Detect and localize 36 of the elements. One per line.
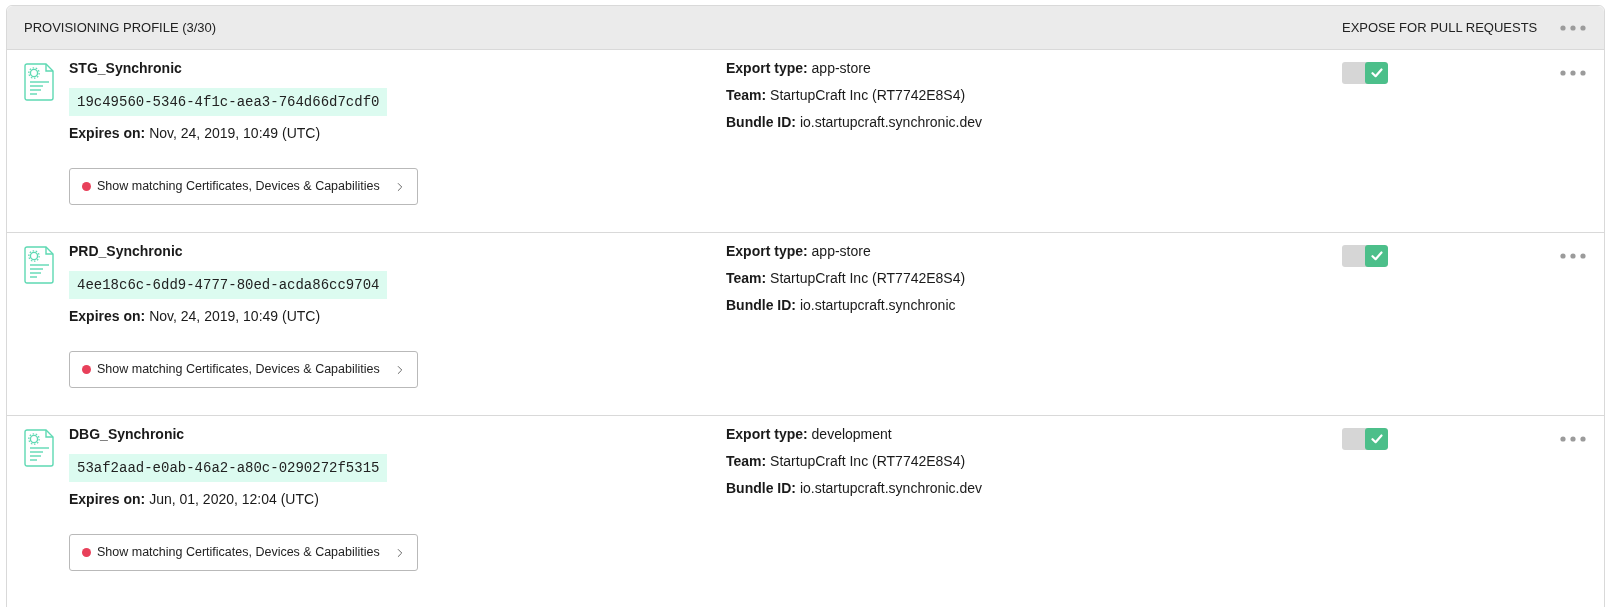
show-matching-button[interactable]: Show matching Certificates, Devices & Capabilities <box>69 534 418 571</box>
more-options-icon[interactable] <box>1560 70 1586 76</box>
profile-uuid: 4ee18c6c-6dd9-4777-80ed-acda86cc9704 <box>69 271 388 299</box>
detail-text: Team: StartupCraft Inc (RT7742E8S4) <box>726 270 967 287</box>
column-header: EXPOSE FOR PULL REQUESTS <box>1342 19 1539 36</box>
detail-text: Bundle ID: io.startupcraft.synchronic.dev <box>726 114 983 131</box>
more-options-icon[interactable] <box>1560 24 1586 31</box>
profile-name: PRD_Synchronic <box>69 243 183 260</box>
column-header: PROVISIONING PROFILE (3/30) <box>24 19 218 36</box>
profile-name: DBG_Synchronic <box>69 426 185 443</box>
show-matching-button[interactable]: Show matching Certificates, Devices & Capabilities <box>69 168 418 205</box>
more-options-icon[interactable] <box>1560 253 1586 259</box>
profile-uuid: 53af2aad-e0ab-46a2-a80c-0290272f5315 <box>69 454 388 482</box>
checkmark-icon <box>1370 251 1383 261</box>
detail-text: Export type: app-store <box>726 243 872 260</box>
detail-text: Bundle ID: io.startupcraft.synchronic.dev <box>726 480 983 497</box>
profile-uuid: 19c49560-5346-4f1c-aea3-764d66d7cdf0 <box>69 88 388 116</box>
detail-text: Export type: development <box>726 426 893 443</box>
detail-text: Export type: app-store <box>726 60 872 77</box>
detail-text: Team: StartupCraft Inc (RT7742E8S4) <box>726 453 967 470</box>
profile-name: STG_Synchronic <box>69 60 182 77</box>
checkmark-icon <box>1370 434 1383 444</box>
document-gear-icon <box>24 63 54 101</box>
expiry-text: Expires on: Nov, 24, 2019, 10:49 (UTC) <box>69 308 321 325</box>
document-gear-icon <box>24 429 54 467</box>
detail-text: Bundle ID: io.startupcraft.synchronic <box>726 297 957 314</box>
expose-toggle[interactable] <box>1342 62 1388 84</box>
expose-toggle[interactable] <box>1342 245 1388 267</box>
expiry-text: Expires on: Jun, 01, 2020, 12:04 (UTC) <box>69 491 319 508</box>
expose-toggle[interactable] <box>1342 428 1388 450</box>
expiry-text: Expires on: Nov, 24, 2019, 10:49 (UTC) <box>69 125 321 142</box>
detail-text: Team: StartupCraft Inc (RT7742E8S4) <box>726 87 967 104</box>
more-options-icon[interactable] <box>1560 436 1586 442</box>
checkmark-icon <box>1370 68 1383 78</box>
show-matching-button[interactable]: Show matching Certificates, Devices & Capabilities <box>69 351 418 388</box>
document-gear-icon <box>24 246 54 284</box>
